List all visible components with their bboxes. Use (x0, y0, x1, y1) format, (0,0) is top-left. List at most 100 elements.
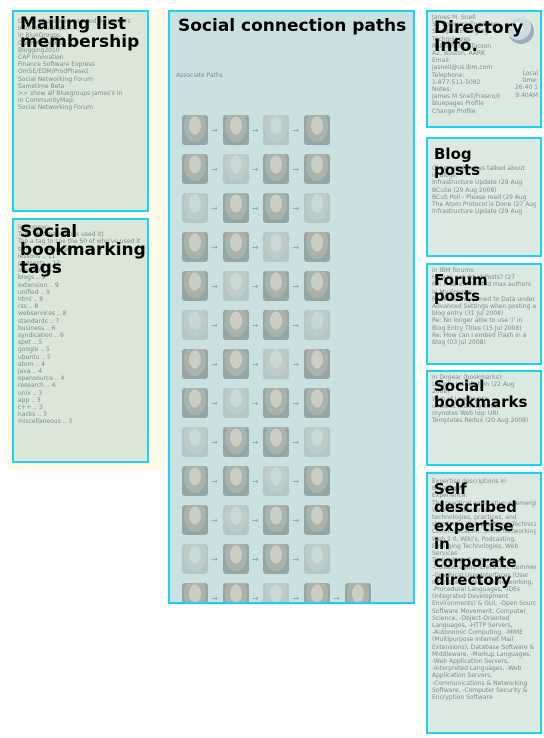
path-row: → → → (182, 385, 404, 421)
mailing-line: >> show all Bluegroups James's in (18, 90, 123, 98)
person-photo (263, 388, 290, 418)
person-photo (222, 466, 249, 496)
photo-grid: → → → → → → → → → → → → → → → → → → → → → → → → → → → → → → → → → → → → → → → → (182, 112, 404, 603)
person-photo (222, 271, 249, 301)
person-photo (263, 193, 290, 223)
person-photo (182, 427, 208, 457)
person-photo (304, 193, 331, 223)
connector-arrow-icon: → (333, 593, 340, 603)
connector-arrow-icon: → (211, 515, 218, 525)
person-photo (263, 232, 290, 262)
forum-line: Re: How can I embed Flash in a (432, 331, 527, 339)
directory-line: Change Profile (432, 107, 476, 115)
forum-line: Re: No longer able to use '/' in (432, 317, 523, 325)
path-row: → → → (182, 268, 404, 304)
local-time-label: Local time: (522, 70, 538, 85)
blog-title: Blog posts (434, 145, 481, 179)
person-photo (263, 154, 290, 184)
person-photo (304, 271, 331, 301)
blog-line: Infrastructure Update (29 Aug (432, 179, 523, 187)
person-photo (222, 349, 249, 379)
connector-arrow-icon: → (292, 281, 300, 291)
person-photo (222, 388, 249, 418)
expertise-line: Application Servers, (432, 672, 493, 680)
path-row: → → → (182, 190, 404, 226)
connector-arrow-icon: → (292, 437, 300, 447)
person-photo (182, 154, 208, 184)
connection-paths-title: Social connection paths (178, 16, 407, 36)
person-photo (304, 466, 331, 496)
connector-arrow-icon: → (292, 359, 300, 369)
connector-arrow-icon: → (292, 398, 300, 408)
path-row: → → → (182, 151, 404, 187)
path-row: → → → (182, 112, 404, 148)
connector-arrow-icon: → (251, 398, 259, 408)
bookmarks-line: Templates Redux (20 Aug 2008) (432, 417, 529, 425)
blog-line: The Atom Protocol is Done (27 Aug (432, 201, 536, 209)
person-photo (222, 154, 249, 184)
person-photo (263, 544, 290, 574)
tags-line: standards .. 7 (18, 317, 60, 325)
connector-arrow-icon: → (251, 320, 259, 330)
person-photo (304, 154, 331, 184)
person-photo (182, 466, 208, 496)
connection-paths-panel: Social connection paths Associate Paths … (168, 10, 415, 604)
connector-arrow-icon: → (251, 242, 259, 252)
person-photo (182, 271, 208, 301)
connector-arrow-icon: → (292, 203, 300, 213)
connector-arrow-icon: → (292, 593, 300, 603)
tags-line: c++ .. 3 (18, 404, 43, 412)
forum-line: blog entry (31 Jul 2008) (432, 310, 504, 318)
tags-line: ubuntu .. 5 (18, 353, 51, 361)
tags-line: spot .. 5 (18, 339, 43, 347)
connector-arrow-icon: → (211, 476, 218, 486)
expertise-line: -Autonomic Computing, -MIME (432, 629, 523, 637)
mailing-line: Social Networking Forum (18, 104, 93, 112)
person-photo (304, 505, 331, 535)
person-photo (304, 583, 331, 602)
path-row: → → → (182, 502, 404, 538)
tags-line: app .. 3 (18, 396, 41, 404)
person-photo (222, 232, 249, 262)
person-photo (263, 505, 290, 535)
person-photo (304, 349, 331, 379)
tags-line: html .. 8 (18, 296, 44, 304)
tags-line: hacks .. 3 (18, 411, 47, 419)
person-photo (182, 115, 208, 145)
connector-arrow-icon: → (251, 554, 259, 564)
path-row: → → → → (182, 580, 404, 603)
connector-arrow-icon: → (292, 125, 300, 135)
expertise-line: (Multipurpose Internet Mail (432, 636, 514, 644)
connector-arrow-icon: → (251, 164, 259, 174)
connector-arrow-icon: → (251, 203, 259, 213)
person-photo (304, 232, 331, 262)
connector-arrow-icon: → (251, 515, 259, 525)
directory-line: Email: (432, 57, 451, 65)
connector-arrow-icon: → (292, 476, 300, 486)
path-row: → → → (182, 229, 404, 265)
directory-line: James M Snell/Fresno/IBM@IBMUS (432, 93, 500, 101)
person-photo (304, 310, 331, 340)
person-photo (222, 115, 249, 145)
path-row: → → → (182, 541, 404, 577)
local-time: Local time: 26:40 1 9:40AM (508, 70, 538, 99)
expertise-line: Encryption Software (432, 694, 493, 702)
forum-panel: in IBM forums: How to get rid of Posts? (… (426, 263, 542, 365)
path-row: → → → (182, 307, 404, 343)
person-photo (263, 583, 290, 602)
person-photo (304, 388, 331, 418)
mailing-line: in CommunityMap: (18, 97, 75, 105)
directory-line: Bluepages Profile (432, 100, 484, 108)
connector-arrow-icon: → (211, 164, 218, 174)
person-photo (263, 349, 290, 379)
connector-arrow-icon: → (211, 554, 218, 564)
directory-title: Directory Info. (434, 18, 524, 56)
person-photo (304, 544, 331, 574)
tags-line: google .. 5 (18, 346, 50, 354)
tags-line: unix .. 3 (18, 389, 43, 397)
local-time-value-1: 26:40 1 (514, 84, 538, 92)
path-row: → → → (182, 346, 404, 382)
tags-line: rss .. 8 (18, 303, 39, 311)
connector-arrow-icon: → (211, 281, 218, 291)
associate-paths-label: Associate Paths (176, 72, 223, 79)
